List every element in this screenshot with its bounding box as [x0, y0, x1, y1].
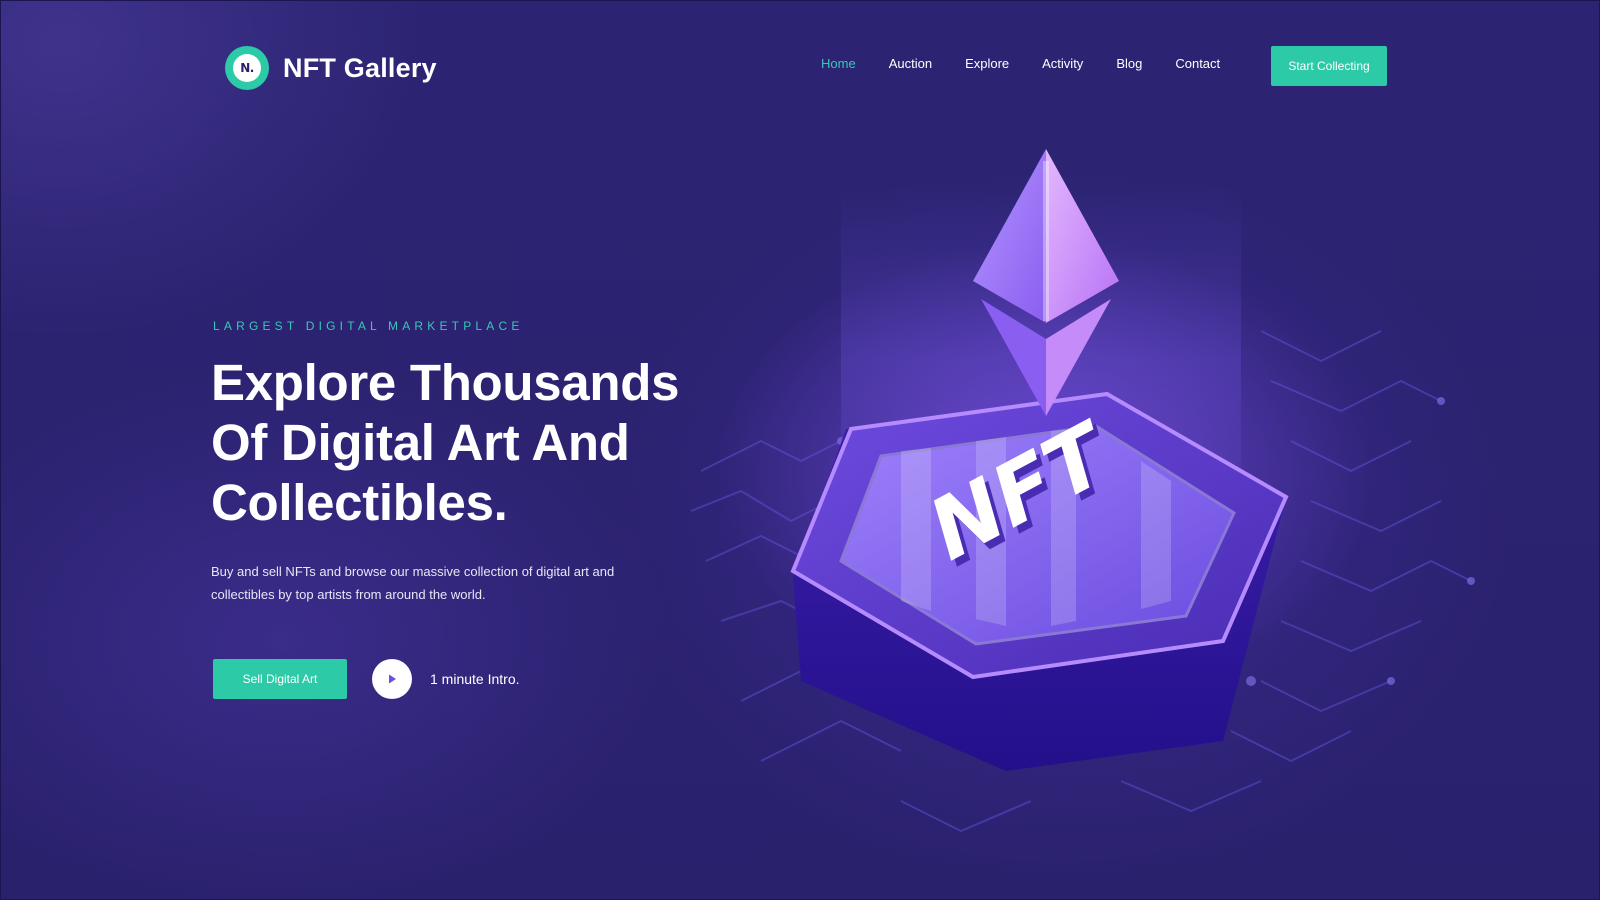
logo[interactable]: N. NFT Gallery	[225, 46, 437, 90]
intro-video-label: 1 minute Intro.	[430, 671, 520, 687]
headline-line-2: Of Digital Art And	[211, 414, 630, 471]
hero-actions: Sell Digital Art 1 minute Intro.	[213, 659, 520, 699]
hero-eyebrow: LARGEST DIGITAL MARKETPLACE	[213, 319, 524, 333]
logo-text: NFT Gallery	[283, 52, 437, 83]
landing-page: N. NFT Gallery Home Auction Explore Acti…	[0, 0, 1600, 900]
nav-link-activity[interactable]: Activity	[1042, 56, 1083, 71]
hero-description: Buy and sell NFTs and browse our massive…	[211, 564, 615, 602]
nav-link-explore[interactable]: Explore	[965, 56, 1009, 71]
play-icon	[389, 674, 396, 684]
nav-link-home[interactable]: Home	[821, 56, 856, 71]
nav-link-auction[interactable]: Auction	[889, 56, 932, 71]
start-collecting-button[interactable]: Start Collecting	[1271, 46, 1387, 86]
main-nav: Home Auction Explore Activity Blog Conta…	[821, 56, 1253, 71]
nav-link-blog[interactable]: Blog	[1116, 56, 1142, 71]
headline-line-3: Collectibles.	[211, 474, 508, 531]
nav-link-contact[interactable]: Contact	[1175, 56, 1220, 71]
sell-digital-art-button[interactable]: Sell Digital Art	[213, 659, 347, 699]
play-intro-button[interactable]	[372, 659, 412, 699]
logo-mark-icon: N.	[225, 46, 269, 90]
nft-illustration: NFT NFT	[690, 149, 1475, 833]
logo-mark-letter: N.	[233, 54, 261, 82]
